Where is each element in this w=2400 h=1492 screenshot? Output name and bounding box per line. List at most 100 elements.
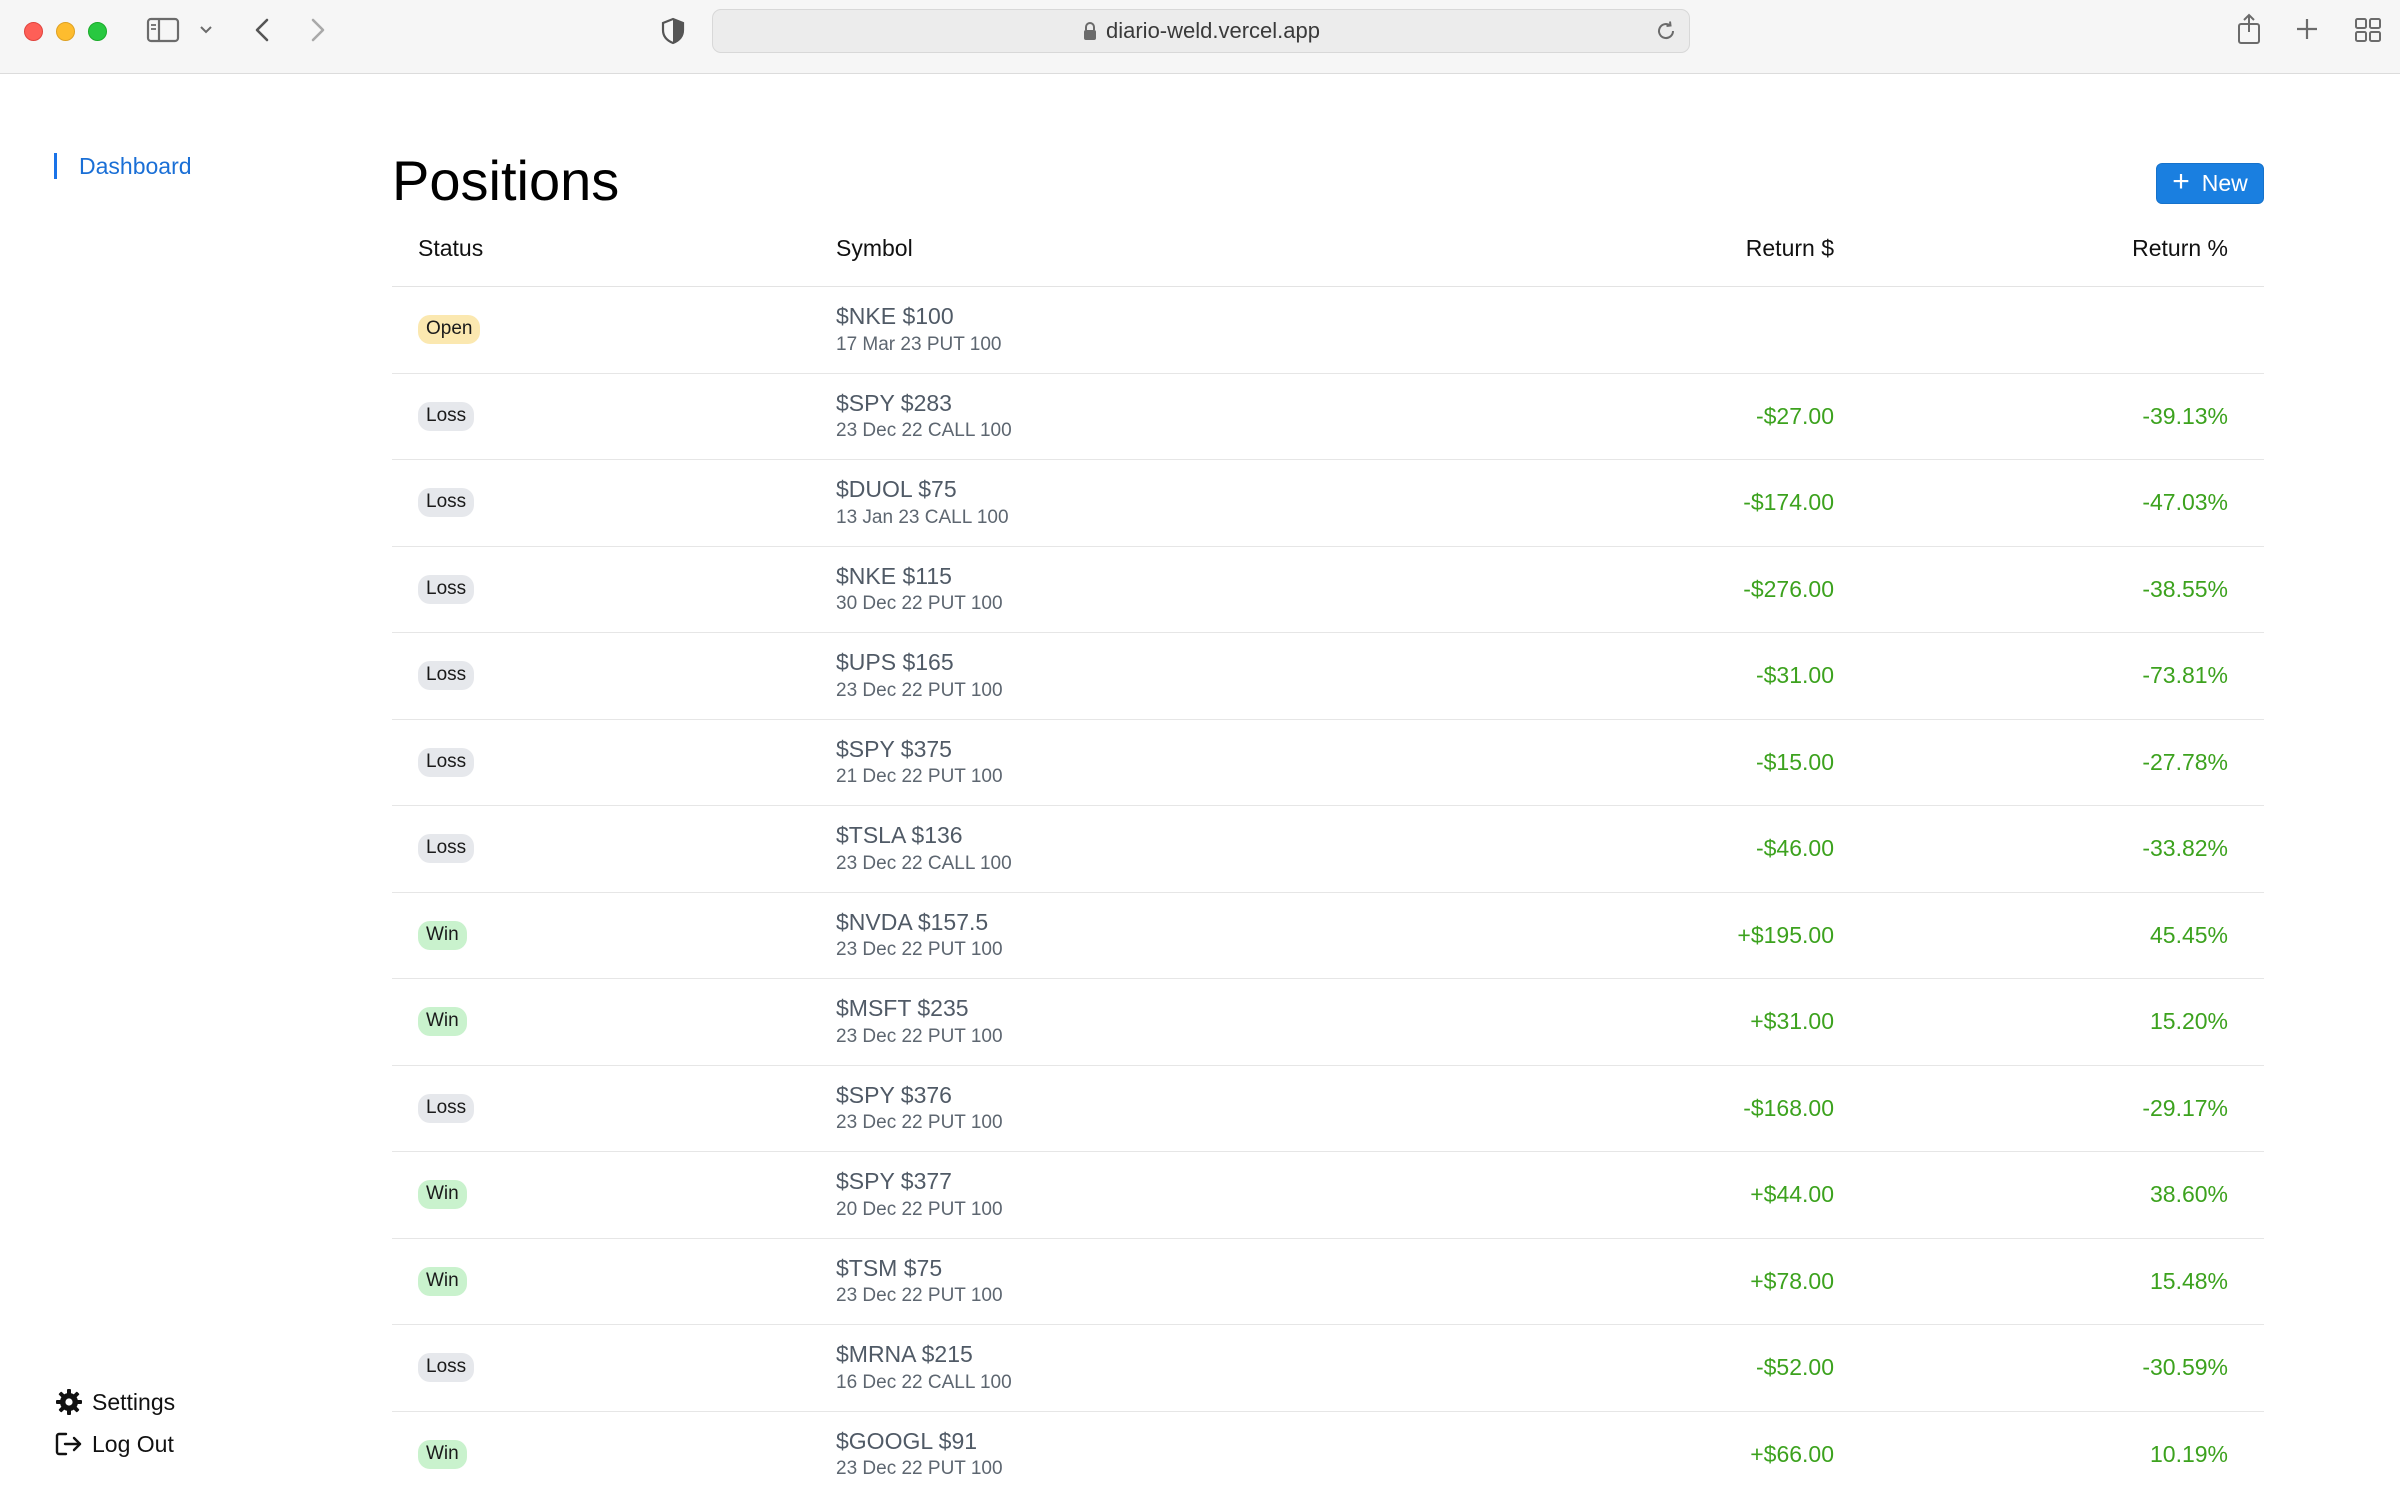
table-row[interactable]: Loss $SPY $376 23 Dec 22 PUT 100 -$168.0… bbox=[392, 1066, 2264, 1152]
sidebar-toggle-icon[interactable] bbox=[146, 16, 180, 44]
lock-icon bbox=[1082, 21, 1098, 41]
positions-table: Status Symbol Return $ Return % Open $NK… bbox=[392, 211, 2264, 1492]
table-row[interactable]: Open $NKE $100 17 Mar 23 PUT 100 bbox=[392, 287, 2264, 374]
symbol-text: $SPY $375 bbox=[836, 735, 952, 762]
return-dollar: +$78.00 bbox=[1750, 1267, 1834, 1294]
sidebar-item-label: Dashboard bbox=[79, 152, 192, 179]
return-dollar: -$46.00 bbox=[1755, 835, 1834, 862]
new-tab-plus-icon[interactable] bbox=[2294, 16, 2320, 42]
contract-details: 21 Dec 22 PUT 100 bbox=[836, 766, 1003, 788]
gear-icon bbox=[54, 1387, 84, 1417]
return-dollar: +$31.00 bbox=[1750, 1008, 1834, 1035]
settings-link[interactable]: Settings bbox=[54, 1387, 175, 1417]
status-cell: Loss bbox=[392, 661, 836, 691]
return-dollar: -$168.00 bbox=[1743, 1094, 1834, 1121]
status-cell: Loss bbox=[392, 574, 836, 604]
symbol-cell: $SPY $377 20 Dec 22 PUT 100 bbox=[836, 1168, 1236, 1221]
contract-details: 23 Dec 22 PUT 100 bbox=[836, 1025, 1003, 1047]
return-dollar: +$66.00 bbox=[1750, 1440, 1834, 1467]
status-badge: Loss bbox=[418, 661, 475, 691]
symbol-cell: $UPS $165 23 Dec 22 PUT 100 bbox=[836, 649, 1236, 702]
back-arrow-icon[interactable] bbox=[250, 16, 274, 44]
status-cell: Open bbox=[392, 315, 836, 345]
table-row[interactable]: Win $TSM $75 23 Dec 22 PUT 100 +$78.00 1… bbox=[392, 1239, 2264, 1325]
contract-details: 23 Dec 22 PUT 100 bbox=[836, 1112, 1003, 1134]
table-row[interactable]: Loss $MRNA $215 16 Dec 22 CALL 100 -$52.… bbox=[392, 1325, 2264, 1412]
table-row[interactable]: Loss $UPS $165 23 Dec 22 PUT 100 -$31.00… bbox=[392, 633, 2264, 720]
status-badge: Win bbox=[418, 1180, 467, 1210]
sidebar-item-dashboard[interactable]: Dashboard bbox=[54, 151, 192, 181]
table-row[interactable]: Win $MSFT $235 23 Dec 22 PUT 100 +$31.00… bbox=[392, 979, 2264, 1066]
tab-overview-icon[interactable] bbox=[2354, 17, 2382, 43]
status-badge: Loss bbox=[418, 488, 475, 518]
status-cell: Win bbox=[392, 920, 836, 950]
contract-details: 23 Dec 22 PUT 100 bbox=[836, 679, 1003, 701]
table-row[interactable]: Loss $NKE $115 30 Dec 22 PUT 100 -$276.0… bbox=[392, 547, 2264, 633]
reload-icon[interactable] bbox=[1655, 20, 1677, 47]
zoom-window-button[interactable] bbox=[88, 22, 107, 41]
status-badge: Loss bbox=[418, 401, 475, 431]
return-dollar: -$27.00 bbox=[1755, 402, 1834, 429]
table-body: Open $NKE $100 17 Mar 23 PUT 100 Loss $S… bbox=[392, 287, 2264, 1492]
symbol-text: $GOOGL $91 bbox=[836, 1427, 978, 1454]
table-row[interactable]: Loss $SPY $283 23 Dec 22 CALL 100 -$27.0… bbox=[392, 374, 2264, 460]
symbol-cell: $NVDA $157.5 23 Dec 22 PUT 100 bbox=[836, 909, 1236, 962]
return-pct: -33.82% bbox=[2142, 835, 2228, 862]
column-header-symbol[interactable]: Symbol bbox=[836, 235, 1236, 262]
status-cell: Loss bbox=[392, 1093, 836, 1123]
symbol-text: $TSM $75 bbox=[836, 1254, 943, 1281]
symbol-text: $NKE $115 bbox=[836, 562, 952, 589]
status-cell: Loss bbox=[392, 1353, 836, 1383]
new-button-label: New bbox=[2201, 170, 2248, 196]
symbol-cell: $MSFT $235 23 Dec 22 PUT 100 bbox=[836, 995, 1236, 1048]
column-header-status[interactable]: Status bbox=[392, 235, 836, 262]
return-pct: -27.78% bbox=[2142, 748, 2228, 775]
status-cell: Win bbox=[392, 1266, 836, 1296]
symbol-text: $SPY $283 bbox=[836, 389, 952, 416]
table-row[interactable]: Loss $TSLA $136 23 Dec 22 CALL 100 -$46.… bbox=[392, 806, 2264, 893]
status-cell: Win bbox=[392, 1007, 836, 1037]
close-window-button[interactable] bbox=[24, 22, 43, 41]
return-pct: 45.45% bbox=[2149, 921, 2228, 948]
return-pct: -47.03% bbox=[2142, 489, 2228, 516]
minimize-window-button[interactable] bbox=[56, 22, 75, 41]
new-position-button[interactable]: + New bbox=[2156, 163, 2264, 204]
symbol-text: $MSFT $235 bbox=[836, 995, 969, 1022]
table-row[interactable]: Loss $SPY $375 21 Dec 22 PUT 100 -$15.00… bbox=[392, 720, 2264, 806]
symbol-cell: $GOOGL $91 23 Dec 22 PUT 100 bbox=[836, 1428, 1236, 1481]
settings-label: Settings bbox=[92, 1388, 176, 1415]
status-badge: Loss bbox=[418, 747, 475, 777]
return-dollar: -$52.00 bbox=[1755, 1354, 1834, 1381]
status-cell: Win bbox=[392, 1439, 836, 1469]
contract-details: 23 Dec 22 PUT 100 bbox=[836, 1285, 1003, 1307]
forward-arrow-icon[interactable] bbox=[306, 16, 330, 44]
contract-details: 13 Jan 23 CALL 100 bbox=[836, 506, 1009, 528]
status-cell: Loss bbox=[392, 747, 836, 777]
logout-icon bbox=[54, 1429, 84, 1459]
symbol-cell: $TSM $75 23 Dec 22 PUT 100 bbox=[836, 1255, 1236, 1308]
column-header-return-dollar[interactable]: Return $ bbox=[1236, 235, 1834, 262]
contract-details: 23 Dec 22 CALL 100 bbox=[836, 420, 1012, 442]
return-pct: -30.59% bbox=[2142, 1354, 2228, 1381]
table-row[interactable]: Win $SPY $377 20 Dec 22 PUT 100 +$44.00 … bbox=[392, 1152, 2264, 1239]
table-row[interactable]: Win $GOOGL $91 23 Dec 22 PUT 100 +$66.00… bbox=[392, 1412, 2264, 1492]
return-pct: -73.81% bbox=[2142, 662, 2228, 689]
return-pct: 38.60% bbox=[2149, 1181, 2228, 1208]
return-dollar: +$44.00 bbox=[1750, 1181, 1834, 1208]
return-dollar: -$31.00 bbox=[1755, 662, 1834, 689]
return-dollar: +$195.00 bbox=[1737, 921, 1834, 948]
status-badge: Win bbox=[418, 1007, 467, 1037]
chevron-down-icon[interactable] bbox=[198, 24, 214, 36]
share-icon[interactable] bbox=[2234, 12, 2264, 46]
symbol-cell: $TSLA $136 23 Dec 22 CALL 100 bbox=[836, 822, 1236, 875]
shield-icon[interactable] bbox=[660, 17, 686, 45]
column-header-return-pct[interactable]: Return % bbox=[1834, 235, 2228, 262]
url-text: diario-weld.vercel.app bbox=[1106, 18, 1320, 43]
return-pct: 15.48% bbox=[2149, 1267, 2228, 1294]
address-bar[interactable]: diario-weld.vercel.app bbox=[712, 9, 1690, 53]
logout-label: Log Out bbox=[92, 1430, 174, 1457]
logout-link[interactable]: Log Out bbox=[54, 1429, 174, 1459]
table-row[interactable]: Win $NVDA $157.5 23 Dec 22 PUT 100 +$195… bbox=[392, 893, 2264, 979]
table-row[interactable]: Loss $DUOL $75 13 Jan 23 CALL 100 -$174.… bbox=[392, 460, 2264, 547]
symbol-text: $MRNA $215 bbox=[836, 1341, 973, 1368]
